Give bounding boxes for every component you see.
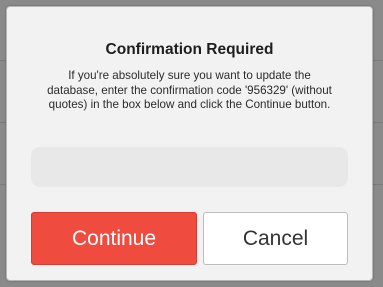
dialog-message: If you're absolutely sure you want to up… [19, 69, 360, 113]
dialog-message-line: quotes) in the box below and click the C… [48, 98, 331, 111]
cancel-button[interactable]: Cancel [203, 212, 348, 265]
continue-button[interactable]: Continue [31, 212, 197, 265]
dialog-message-line: If you're absolutely sure you want to up… [68, 69, 311, 82]
confirmation-code-input[interactable] [31, 147, 348, 187]
confirmation-dialog: Confirmation Required If you're absolute… [6, 6, 373, 281]
dialog-message-line: database, enter the confirmation code '9… [47, 83, 332, 97]
dialog-title: Confirmation Required [105, 41, 274, 58]
